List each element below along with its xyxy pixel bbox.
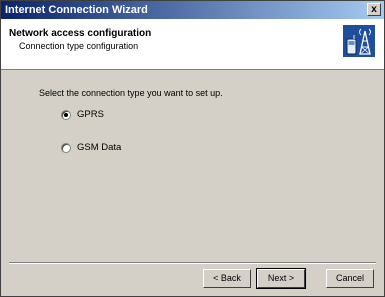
option-gsm-data-label: GSM Data — [77, 142, 122, 153]
option-gprs-label: GPRS — [77, 109, 104, 120]
close-icon: x — [371, 4, 377, 15]
phone-antenna-icon — [343, 25, 375, 57]
window-title: Internet Connection Wizard — [5, 4, 148, 16]
connection-type-prompt: Select the connection type you want to s… — [39, 88, 223, 98]
header-subtitle: Connection type configuration — [19, 41, 139, 51]
option-gsm-data[interactable]: GSM Data — [61, 142, 121, 153]
footer-separator — [9, 262, 376, 264]
next-button[interactable]: Next > — [256, 268, 306, 289]
radio-gsm-data[interactable] — [61, 142, 71, 153]
radio-gprs[interactable] — [61, 109, 71, 120]
title-bar[interactable]: Internet Connection Wizard x — [1, 1, 384, 19]
close-button[interactable]: x — [367, 3, 381, 16]
wizard-window: Internet Connection Wizard x Network acc… — [0, 0, 385, 297]
wizard-header: Network access configuration Connection … — [1, 19, 384, 70]
back-button[interactable]: < Back — [203, 269, 251, 288]
header-title: Network access configuration — [9, 28, 152, 39]
option-gprs[interactable]: GPRS — [61, 109, 104, 120]
cancel-button[interactable]: Cancel — [326, 269, 374, 288]
